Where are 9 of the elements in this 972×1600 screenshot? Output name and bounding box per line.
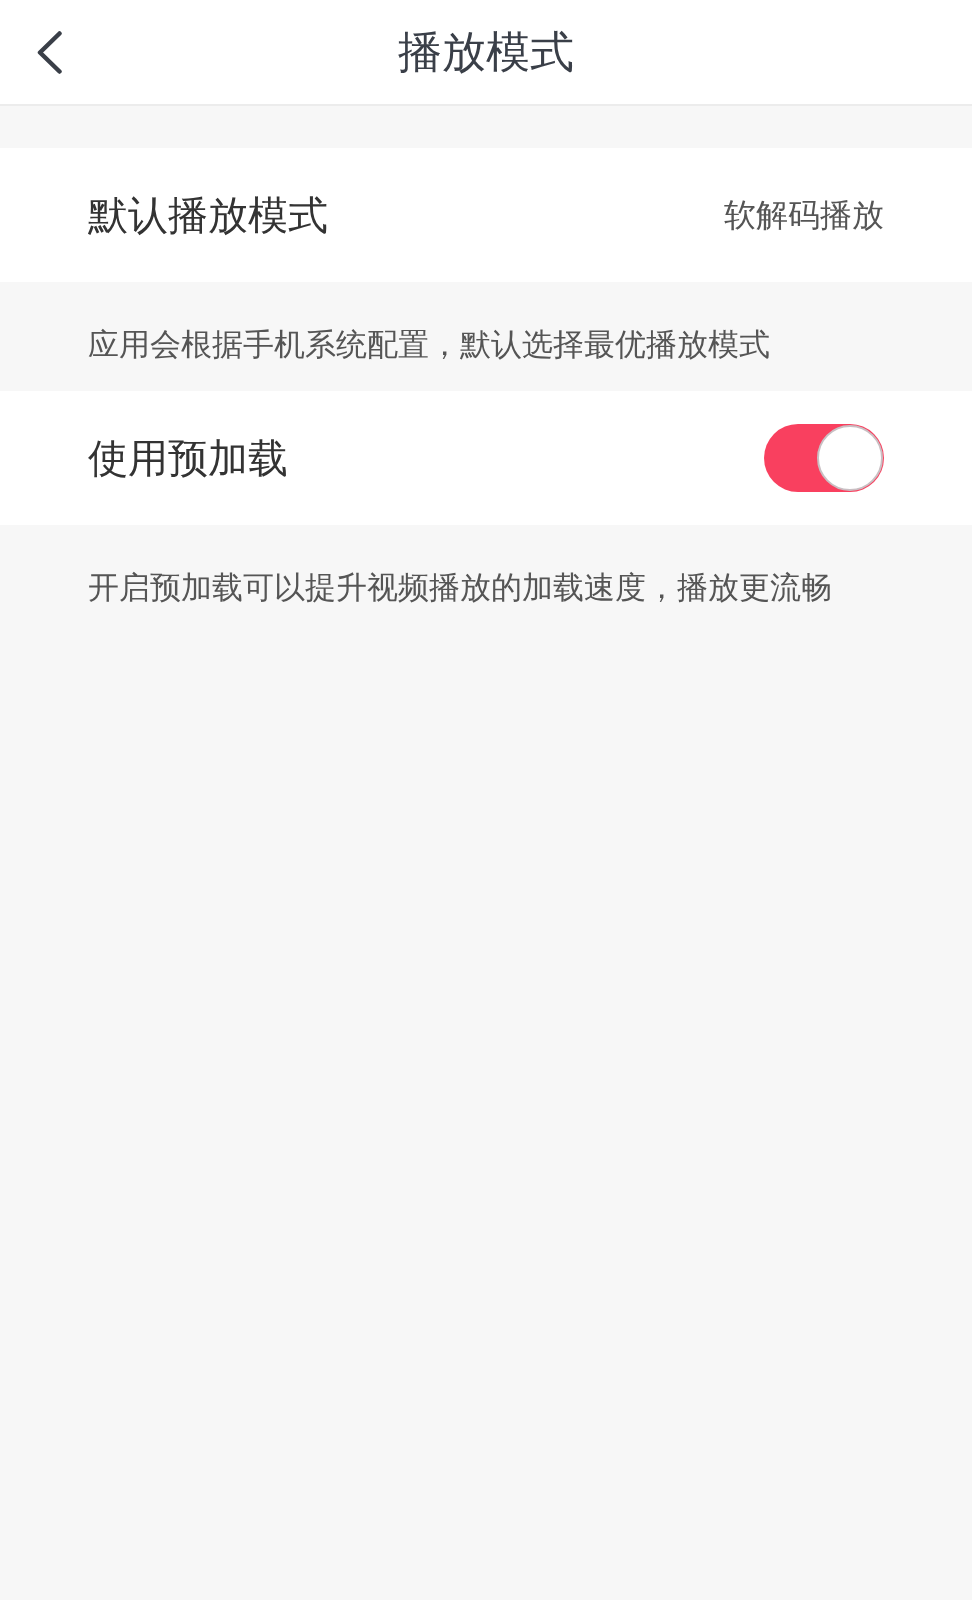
setting-row[interactable]: 默认播放模式 软解码播放 bbox=[0, 148, 972, 282]
setting-label: 默认播放模式 bbox=[88, 191, 328, 239]
setting-label: 使用预加载 bbox=[88, 434, 288, 483]
page-title: 播放模式 bbox=[398, 25, 574, 79]
setting-row[interactable]: 使用预加载 bbox=[0, 391, 972, 526]
setting-description: 应用会根据手机系统配置，默认选择最优播放模式 bbox=[88, 326, 770, 364]
setting-value: 软解码播放 bbox=[724, 195, 884, 235]
back-icon[interactable] bbox=[37, 30, 62, 74]
setting-description: 开启预加载可以提升视频播放的加载速度，播放更流畅 bbox=[88, 569, 832, 607]
